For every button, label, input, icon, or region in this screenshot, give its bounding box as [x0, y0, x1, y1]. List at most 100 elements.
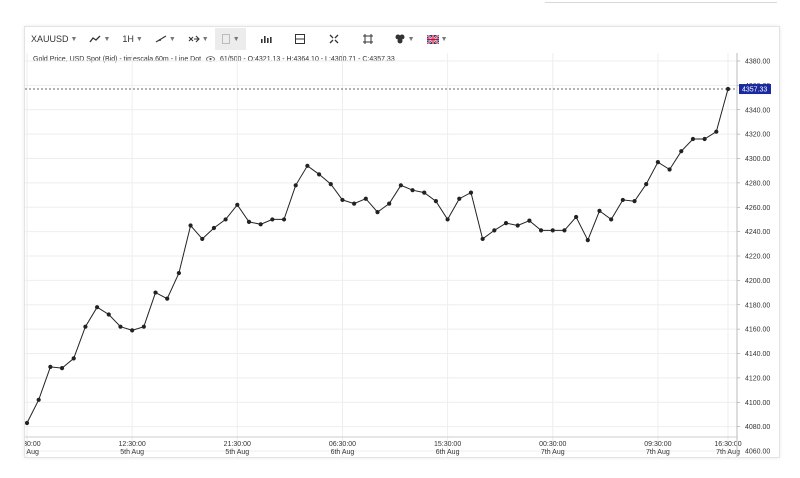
chart-type-selector[interactable]: ▼ — [83, 28, 116, 50]
data-point — [200, 236, 205, 242]
y-tick-label: 4160.00 — [745, 327, 770, 334]
y-tick-label: 4120.00 — [745, 375, 770, 382]
x-tick-date-label: 5th Aug — [25, 449, 39, 456]
indicators-icon — [188, 35, 200, 43]
y-tick-label: 4060.00 — [745, 449, 770, 456]
data-point — [153, 290, 158, 295]
chevron-down-icon: ▼ — [407, 35, 415, 43]
settings-selector[interactable]: ▼ — [388, 28, 421, 50]
draw-tool-selector[interactable]: ▼ — [149, 28, 182, 50]
data-point — [562, 228, 567, 233]
data-point — [690, 136, 696, 142]
y-tick-label: 4300.00 — [745, 156, 770, 163]
line-chart-icon — [89, 35, 101, 43]
fit-icon — [362, 34, 373, 44]
data-point — [293, 183, 298, 188]
x-tick-label: 16:30:00 — [714, 441, 741, 448]
price-chart[interactable]: 4380.004360.004340.004320.004300.004280.… — [25, 53, 779, 457]
x-tick-label: 06:30:00 — [329, 441, 356, 448]
data-point — [422, 190, 427, 195]
data-point — [246, 219, 252, 224]
data-point — [211, 225, 217, 231]
data-point — [165, 296, 170, 301]
data-point — [655, 160, 661, 165]
y-tick-label: 4320.00 — [745, 132, 770, 139]
data-point — [574, 214, 579, 220]
data-point — [398, 183, 403, 188]
data-point — [609, 217, 614, 222]
crosshair-button[interactable] — [288, 28, 312, 50]
expand-icon — [329, 34, 339, 44]
data-point — [714, 129, 719, 134]
uk-flag-icon — [426, 34, 439, 44]
chevron-down-icon: ▼ — [103, 35, 111, 43]
compare-selector[interactable]: ▼ — [214, 28, 246, 50]
last-price-label: 4357.33 — [742, 87, 767, 94]
interval-label: 1H — [122, 34, 134, 44]
x-tick-label: 12:30:00 — [119, 441, 146, 448]
x-tick-date-label: 6th Aug — [436, 449, 460, 456]
symbol-selector[interactable]: XAUUSD ▼ — [25, 28, 83, 50]
data-point — [445, 217, 450, 222]
y-tick-label: 4080.00 — [745, 424, 770, 431]
data-point — [83, 324, 88, 329]
x-tick-label: 21:30:00 — [224, 441, 251, 448]
data-point — [515, 223, 520, 228]
data-point — [410, 188, 415, 193]
data-point — [258, 222, 263, 227]
data-point — [235, 202, 240, 207]
data-point — [316, 172, 322, 177]
data-point — [176, 270, 181, 276]
data-point — [281, 217, 287, 222]
y-tick-label: 4260.00 — [745, 205, 770, 212]
data-point — [503, 220, 509, 226]
data-point — [106, 312, 111, 317]
data-point — [363, 196, 368, 201]
top-search-field[interactable] — [545, 0, 777, 3]
x-tick-label: 15:30:00 — [434, 441, 461, 448]
data-point — [328, 181, 333, 187]
y-tick-label: 4100.00 — [745, 400, 770, 407]
x-tick-date-label: 5th Aug — [225, 449, 249, 456]
y-tick-label: 4220.00 — [745, 254, 770, 261]
data-point — [468, 190, 474, 195]
data-point — [527, 218, 532, 223]
y-tick-label: 4340.00 — [745, 107, 770, 114]
x-tick-label: 09:30:00 — [644, 441, 671, 448]
indicators-selector[interactable]: ▼ — [182, 28, 215, 50]
data-point — [538, 228, 544, 233]
data-point — [36, 397, 41, 402]
y-tick-label: 4140.00 — [745, 351, 770, 358]
chevron-down-icon: ▼ — [168, 35, 176, 43]
x-tick-date-label: 7th Aug — [541, 449, 565, 456]
data-point — [48, 364, 53, 370]
data-point — [141, 324, 146, 329]
data-point — [597, 208, 602, 214]
data-point — [492, 228, 497, 233]
data-point — [305, 163, 310, 168]
interval-selector[interactable]: 1H ▼ — [116, 28, 148, 50]
data-point — [71, 356, 76, 361]
y-tick-label: 4380.00 — [745, 59, 770, 66]
data-point — [118, 324, 123, 329]
x-tick-date-label: 7th Aug — [646, 449, 670, 456]
x-tick-date-label: 5th Aug — [120, 449, 144, 456]
chevron-down-icon: ▼ — [440, 35, 448, 43]
data-point — [387, 201, 392, 206]
data-point — [270, 217, 275, 222]
y-tick-label: 4180.00 — [745, 302, 770, 309]
data-point — [550, 228, 555, 233]
document-icon — [221, 34, 230, 44]
fullscreen-button[interactable] — [322, 28, 346, 50]
data-point — [644, 181, 649, 187]
fit-button[interactable] — [356, 28, 380, 50]
bar-chart-icon — [260, 36, 272, 43]
data-point — [59, 366, 65, 371]
data-point — [480, 236, 485, 242]
volume-button[interactable] — [254, 28, 278, 50]
crosshair-icon — [294, 34, 305, 44]
language-selector[interactable]: ▼ — [421, 28, 454, 50]
data-point — [585, 238, 590, 243]
data-point — [223, 217, 228, 222]
data-point — [620, 197, 625, 203]
